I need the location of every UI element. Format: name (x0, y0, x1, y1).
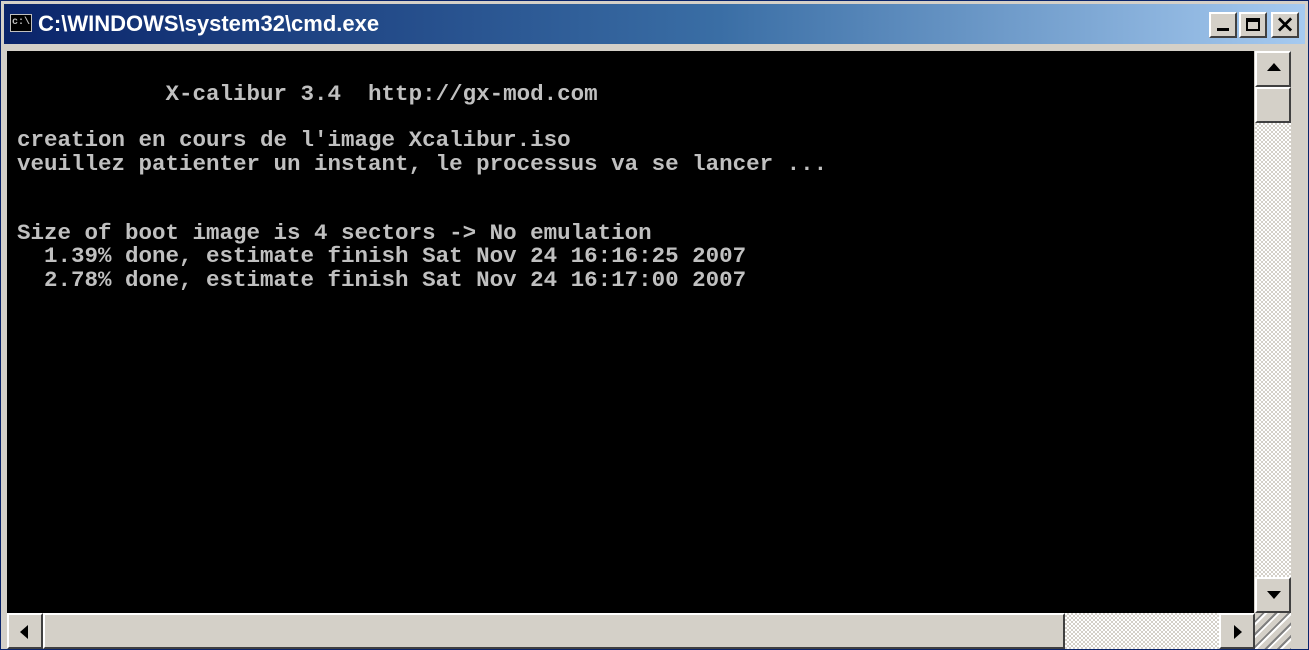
console-output-area[interactable]: X-calibur 3.4 http://gx-mod.com creation… (7, 51, 1254, 613)
scroll-down-button[interactable] (1255, 577, 1291, 613)
maximize-icon (1246, 18, 1260, 31)
console-text: X-calibur 3.4 http://gx-mod.com creation… (17, 81, 828, 293)
maximize-button[interactable] (1239, 12, 1267, 38)
close-button[interactable]: × (1271, 10, 1299, 38)
console-app-icon[interactable]: c:\ (10, 14, 32, 32)
arrow-right-icon (1234, 625, 1242, 639)
window-title: C:\WINDOWS\system32\cmd.exe (38, 11, 380, 36)
arrow-down-icon (1267, 591, 1281, 599)
title-bar[interactable]: c:\ C:\WINDOWS\system32\cmd.exe × (4, 4, 1305, 44)
minimize-button[interactable] (1209, 12, 1237, 38)
close-icon: × (1274, 10, 1296, 38)
arrow-up-icon (1267, 63, 1281, 71)
resize-grip-icon[interactable] (1255, 613, 1291, 649)
horizontal-scroll-thumb[interactable] (43, 613, 1065, 649)
vertical-scroll-thumb[interactable] (1255, 87, 1291, 123)
vertical-scrollbar[interactable] (1255, 51, 1291, 613)
scroll-right-button[interactable] (1219, 613, 1255, 649)
minimize-icon (1217, 28, 1229, 31)
horizontal-scrollbar[interactable] (7, 613, 1255, 649)
scroll-left-button[interactable] (7, 613, 43, 649)
arrow-left-icon (20, 625, 28, 639)
cmd-window: c:\ C:\WINDOWS\system32\cmd.exe × X-cali… (0, 0, 1309, 650)
scroll-up-button[interactable] (1255, 51, 1291, 87)
